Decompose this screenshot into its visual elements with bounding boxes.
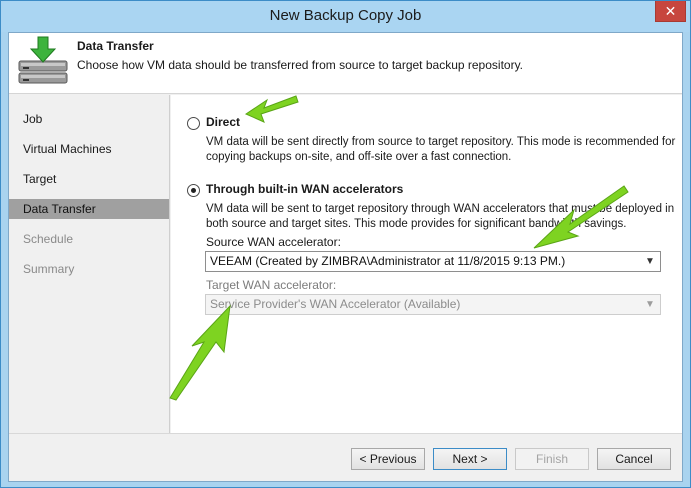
target-wan-label: Target WAN accelerator: bbox=[206, 278, 337, 292]
wizard-footer: < Previous Next > Finish Cancel bbox=[9, 433, 682, 481]
page-title: Data Transfer bbox=[77, 39, 154, 53]
direct-label[interactable]: Direct bbox=[206, 115, 240, 129]
source-wan-value: VEEAM (Created by ZIMBRA\Administrator a… bbox=[210, 254, 566, 268]
wizard-steps-sidebar: Job Virtual Machines Target Data Transfe… bbox=[9, 95, 170, 433]
next-button[interactable]: Next > bbox=[433, 448, 507, 470]
window-title: New Backup Copy Job bbox=[269, 7, 422, 24]
wizard-header: Data Transfer Choose how VM data should … bbox=[9, 33, 682, 94]
annotation-arrow-direct-icon bbox=[244, 95, 299, 123]
step-data-transfer[interactable]: Data Transfer bbox=[9, 199, 169, 219]
direct-description-line1: VM data will be sent directly from sourc… bbox=[206, 136, 676, 148]
source-wan-label: Source WAN accelerator: bbox=[206, 235, 341, 249]
direct-description-line2: copying backups on-site, and off-site ov… bbox=[206, 151, 512, 163]
step-virtual-machines[interactable]: Virtual Machines bbox=[9, 139, 169, 159]
previous-button[interactable]: < Previous bbox=[351, 448, 425, 470]
data-transfer-panel: Direct VM data will be sent directly fro… bbox=[171, 95, 682, 433]
step-schedule: Schedule bbox=[23, 232, 74, 246]
step-job[interactable]: Job bbox=[9, 109, 169, 129]
dialog-client: Data Transfer Choose how VM data should … bbox=[8, 32, 683, 482]
cancel-button[interactable]: Cancel bbox=[597, 448, 671, 470]
wan-accelerator-label[interactable]: Through built-in WAN accelerators bbox=[206, 182, 403, 196]
step-summary: Summary bbox=[23, 262, 75, 276]
target-wan-select: Service Provider's WAN Accelerator (Avai… bbox=[205, 294, 661, 315]
wan-accelerator-radio[interactable] bbox=[187, 184, 200, 197]
direct-radio[interactable] bbox=[187, 117, 200, 130]
server-download-icon bbox=[18, 36, 68, 84]
target-wan-value: Service Provider's WAN Accelerator (Avai… bbox=[210, 297, 461, 311]
page-description: Choose how VM data should be transferred… bbox=[77, 58, 524, 72]
annotation-arrow-source-icon bbox=[533, 185, 629, 249]
source-wan-select[interactable]: VEEAM (Created by ZIMBRA\Administrator a… bbox=[205, 251, 661, 272]
title-bar[interactable]: New Backup Copy Job ✕ bbox=[1, 1, 690, 32]
annotation-arrow-target-icon bbox=[169, 304, 231, 401]
chevron-down-icon: ▼ bbox=[645, 256, 655, 267]
step-target[interactable]: Target bbox=[9, 169, 169, 189]
chevron-down-icon: ▼ bbox=[645, 299, 655, 310]
close-button[interactable]: ✕ bbox=[655, 1, 686, 22]
finish-button: Finish bbox=[515, 448, 589, 470]
